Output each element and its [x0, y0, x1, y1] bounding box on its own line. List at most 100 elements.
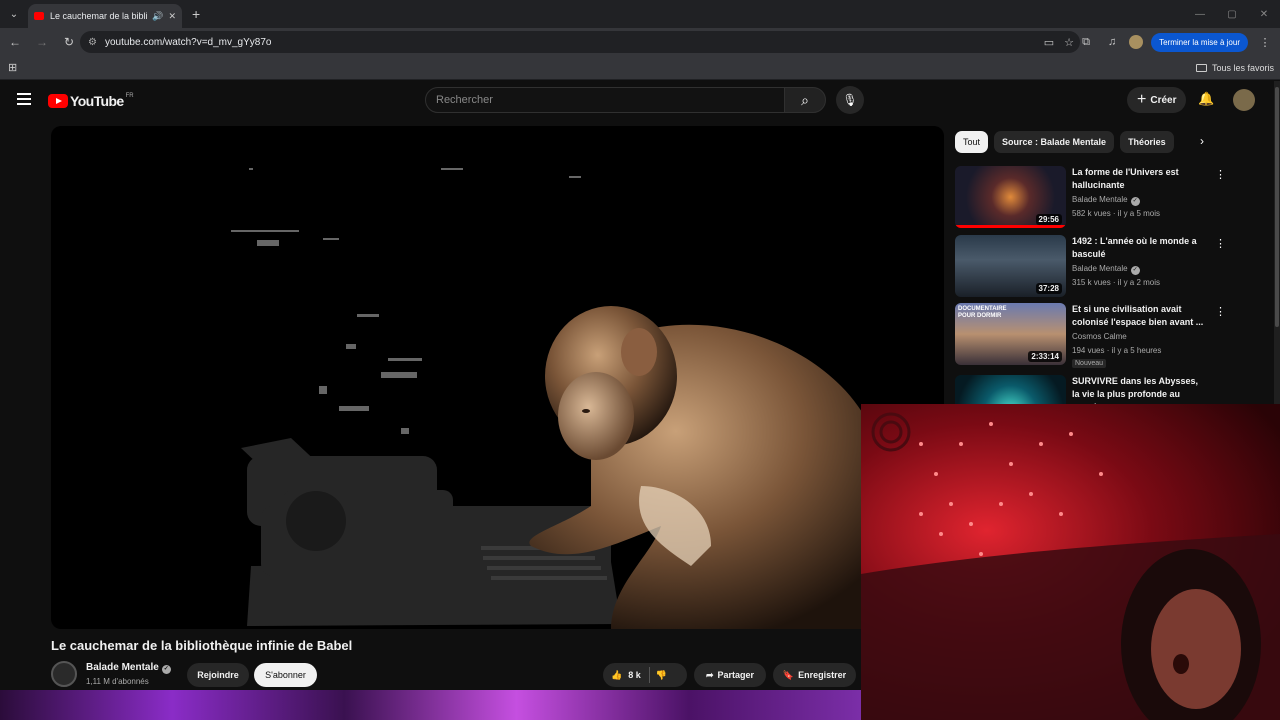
- reload-icon[interactable]: ↻: [57, 30, 81, 54]
- browser-tab-bar: ⌄ Le cauchemar de la biblioth 🔊 ✕ + — ▢ …: [0, 0, 1280, 28]
- verified-check-icon: ✓: [161, 665, 171, 674]
- site-info-icon[interactable]: ⚙: [88, 37, 97, 48]
- window-controls: — ▢ ✕: [1184, 0, 1280, 28]
- recommendation-meta: 194 vues · il y a 5 heures: [1072, 346, 1162, 355]
- video-thumbnail[interactable]: 29:56: [955, 166, 1066, 228]
- webcam-feed-image: [861, 412, 1280, 720]
- address-bar[interactable]: ⚙ youtube.com/watch?v=d_mv_gYy87o ▭ ☆: [80, 31, 1080, 53]
- media-control-icon[interactable]: ♫: [1103, 36, 1121, 48]
- folder-icon: [1195, 63, 1207, 72]
- recommendation-channel[interactable]: Balade Mentale ✓: [1072, 264, 1140, 275]
- watch-progress-bar: [955, 225, 1066, 228]
- apps-grid-icon[interactable]: ⊞: [8, 61, 17, 74]
- search-icon: ⌕: [801, 91, 809, 108]
- all-bookmarks[interactable]: Tous les favoris: [1195, 62, 1274, 73]
- youtube-play-logo-icon: [48, 94, 68, 108]
- share-arrow-icon: ➦: [705, 669, 714, 680]
- extensions-icon[interactable]: ⧉: [1077, 36, 1095, 49]
- recommendation-channel[interactable]: Cosmos Calme: [1072, 332, 1127, 341]
- user-avatar[interactable]: [1233, 89, 1255, 111]
- like-dislike-group: 👍 8 k 👎: [603, 663, 687, 687]
- bookmark-star-icon[interactable]: ☆: [1064, 36, 1074, 49]
- save-label: Enregistrer: [798, 670, 847, 680]
- thumbs-down-icon[interactable]: 👎: [656, 670, 667, 681]
- scrollbar-thumb[interactable]: [1275, 87, 1279, 327]
- youtube-logo[interactable]: YouTube FR: [48, 93, 134, 109]
- save-button[interactable]: 🔖 Enregistrer: [773, 663, 856, 687]
- url-text: youtube.com/watch?v=d_mv_gYy87o: [104, 36, 272, 48]
- recommendation-channel[interactable]: Balade Mentale ✓: [1072, 195, 1140, 206]
- update-button[interactable]: Terminer la mise à jour: [1151, 32, 1248, 52]
- bookmarks-bar: ⊞ Tous les favoris: [0, 56, 1280, 80]
- youtube-favicon-icon: [34, 12, 44, 20]
- more-options-icon[interactable]: ⋮: [1215, 305, 1226, 318]
- more-options-icon[interactable]: ⋮: [1215, 168, 1226, 181]
- chevron-right-icon[interactable]: ›: [1200, 134, 1204, 148]
- tab-title: Le cauchemar de la biblioth: [50, 11, 147, 21]
- install-app-icon[interactable]: ▭: [1044, 36, 1054, 49]
- new-tab-plus-icon[interactable]: +: [192, 6, 200, 22]
- youtube-wordmark: YouTube: [70, 93, 124, 109]
- video-thumbnail[interactable]: DOCUMENTAIRE POUR DORMIR 2:33:14: [955, 303, 1066, 365]
- browser-tab[interactable]: Le cauchemar de la biblioth 🔊 ✕: [28, 4, 182, 28]
- channel-avatar[interactable]: [51, 661, 77, 687]
- recommendation-meta: 315 k vues · il y a 2 mois: [1072, 278, 1161, 287]
- video-duration: 2:33:14: [1028, 351, 1062, 362]
- purple-banner-image: [0, 690, 861, 720]
- search-button[interactable]: ⌕: [784, 87, 826, 113]
- create-button[interactable]: + Créer: [1127, 87, 1187, 113]
- filter-chips: Tout Source : Balade Mentale Théories: [955, 131, 1174, 153]
- chip-all[interactable]: Tout: [955, 131, 989, 153]
- minimize-icon[interactable]: —: [1184, 0, 1216, 28]
- back-arrow-icon[interactable]: ←: [3, 30, 27, 54]
- channel-name[interactable]: Balade Mentale ✓: [86, 662, 171, 674]
- video-frame-monkey-typewriter: [231, 168, 895, 629]
- recommendation-title[interactable]: La forme de l'Univers est hallucinante: [1072, 166, 1205, 192]
- notifications-bell-icon[interactable]: 🔔: [1198, 91, 1214, 107]
- search-input[interactable]: Rechercher: [425, 87, 785, 113]
- channel-name-label: Balade Mentale: [86, 662, 159, 673]
- recommendation-item[interactable]: DOCUMENTAIRE POUR DORMIR 2:33:14 Et si u…: [955, 303, 1226, 368]
- all-bookmarks-label: Tous les favoris: [1211, 62, 1274, 73]
- recommendation-meta: 582 k vues · il y a 5 mois: [1072, 209, 1161, 218]
- video-player[interactable]: [51, 126, 944, 629]
- recommendation-item[interactable]: 29:56 La forme de l'Univers est hallucin…: [955, 166, 1226, 228]
- video-thumbnail[interactable]: 37:28: [955, 235, 1066, 297]
- speaker-icon[interactable]: 🔊: [152, 11, 163, 22]
- restore-icon[interactable]: ▢: [1216, 0, 1248, 28]
- close-window-icon[interactable]: ✕: [1248, 0, 1280, 28]
- join-button[interactable]: Rejoindre: [187, 663, 249, 687]
- share-label: Partager: [717, 670, 755, 680]
- thumbnail-caption: DOCUMENTAIRE POUR DORMIR: [958, 306, 1007, 319]
- recommendation-channel-label: Balade Mentale: [1072, 264, 1128, 273]
- recommendation-item[interactable]: 37:28 1492 : L'année où le monde a bascu…: [955, 235, 1226, 297]
- profile-avatar[interactable]: [1129, 35, 1144, 49]
- video-duration: 29:56: [1035, 214, 1062, 225]
- voice-search-mic-icon[interactable]: 🎙: [836, 86, 864, 114]
- recommendation-channel-label: Balade Mentale: [1072, 195, 1128, 204]
- like-separator: [648, 667, 650, 683]
- verified-check-icon: ✓: [1130, 197, 1140, 206]
- share-button[interactable]: ➦ Partager: [694, 663, 766, 687]
- youtube-header: YouTube FR Rechercher ⌕ 🎙 + Créer 🔔: [0, 81, 1280, 121]
- browser-menu-icon[interactable]: ⋮: [1256, 36, 1274, 49]
- more-options-icon[interactable]: ⋮: [1215, 237, 1226, 250]
- like-count[interactable]: 8 k: [628, 670, 641, 680]
- recommendation-title[interactable]: Et si une civilisation avait colonisé l'…: [1072, 303, 1205, 329]
- hamburger-menu-icon[interactable]: [17, 93, 31, 108]
- create-label: Créer: [1150, 94, 1177, 106]
- recommendation-title[interactable]: 1492 : L'année où le monde a basculé: [1072, 235, 1205, 261]
- tab-search-chevron-icon[interactable]: ⌄: [0, 0, 28, 28]
- forward-arrow-icon[interactable]: →: [30, 30, 54, 54]
- chip-theories[interactable]: Théories: [1120, 131, 1174, 153]
- browser-toolbar: ← → ↻ ⚙ youtube.com/watch?v=d_mv_gYy87o …: [0, 28, 1280, 56]
- thumbs-up-icon[interactable]: 👍: [611, 670, 622, 681]
- video-title: Le cauchemar de la bibliothèque infinie …: [51, 638, 353, 653]
- webcam-overlay: [861, 404, 1280, 720]
- plus-icon: +: [1137, 91, 1147, 108]
- chip-source[interactable]: Source : Balade Mentale: [994, 131, 1115, 153]
- subscribe-button[interactable]: S'abonner: [254, 663, 317, 687]
- new-badge: Nouveau: [1072, 359, 1107, 368]
- verified-check-icon: ✓: [1130, 266, 1140, 275]
- close-tab-icon[interactable]: ✕: [168, 11, 176, 22]
